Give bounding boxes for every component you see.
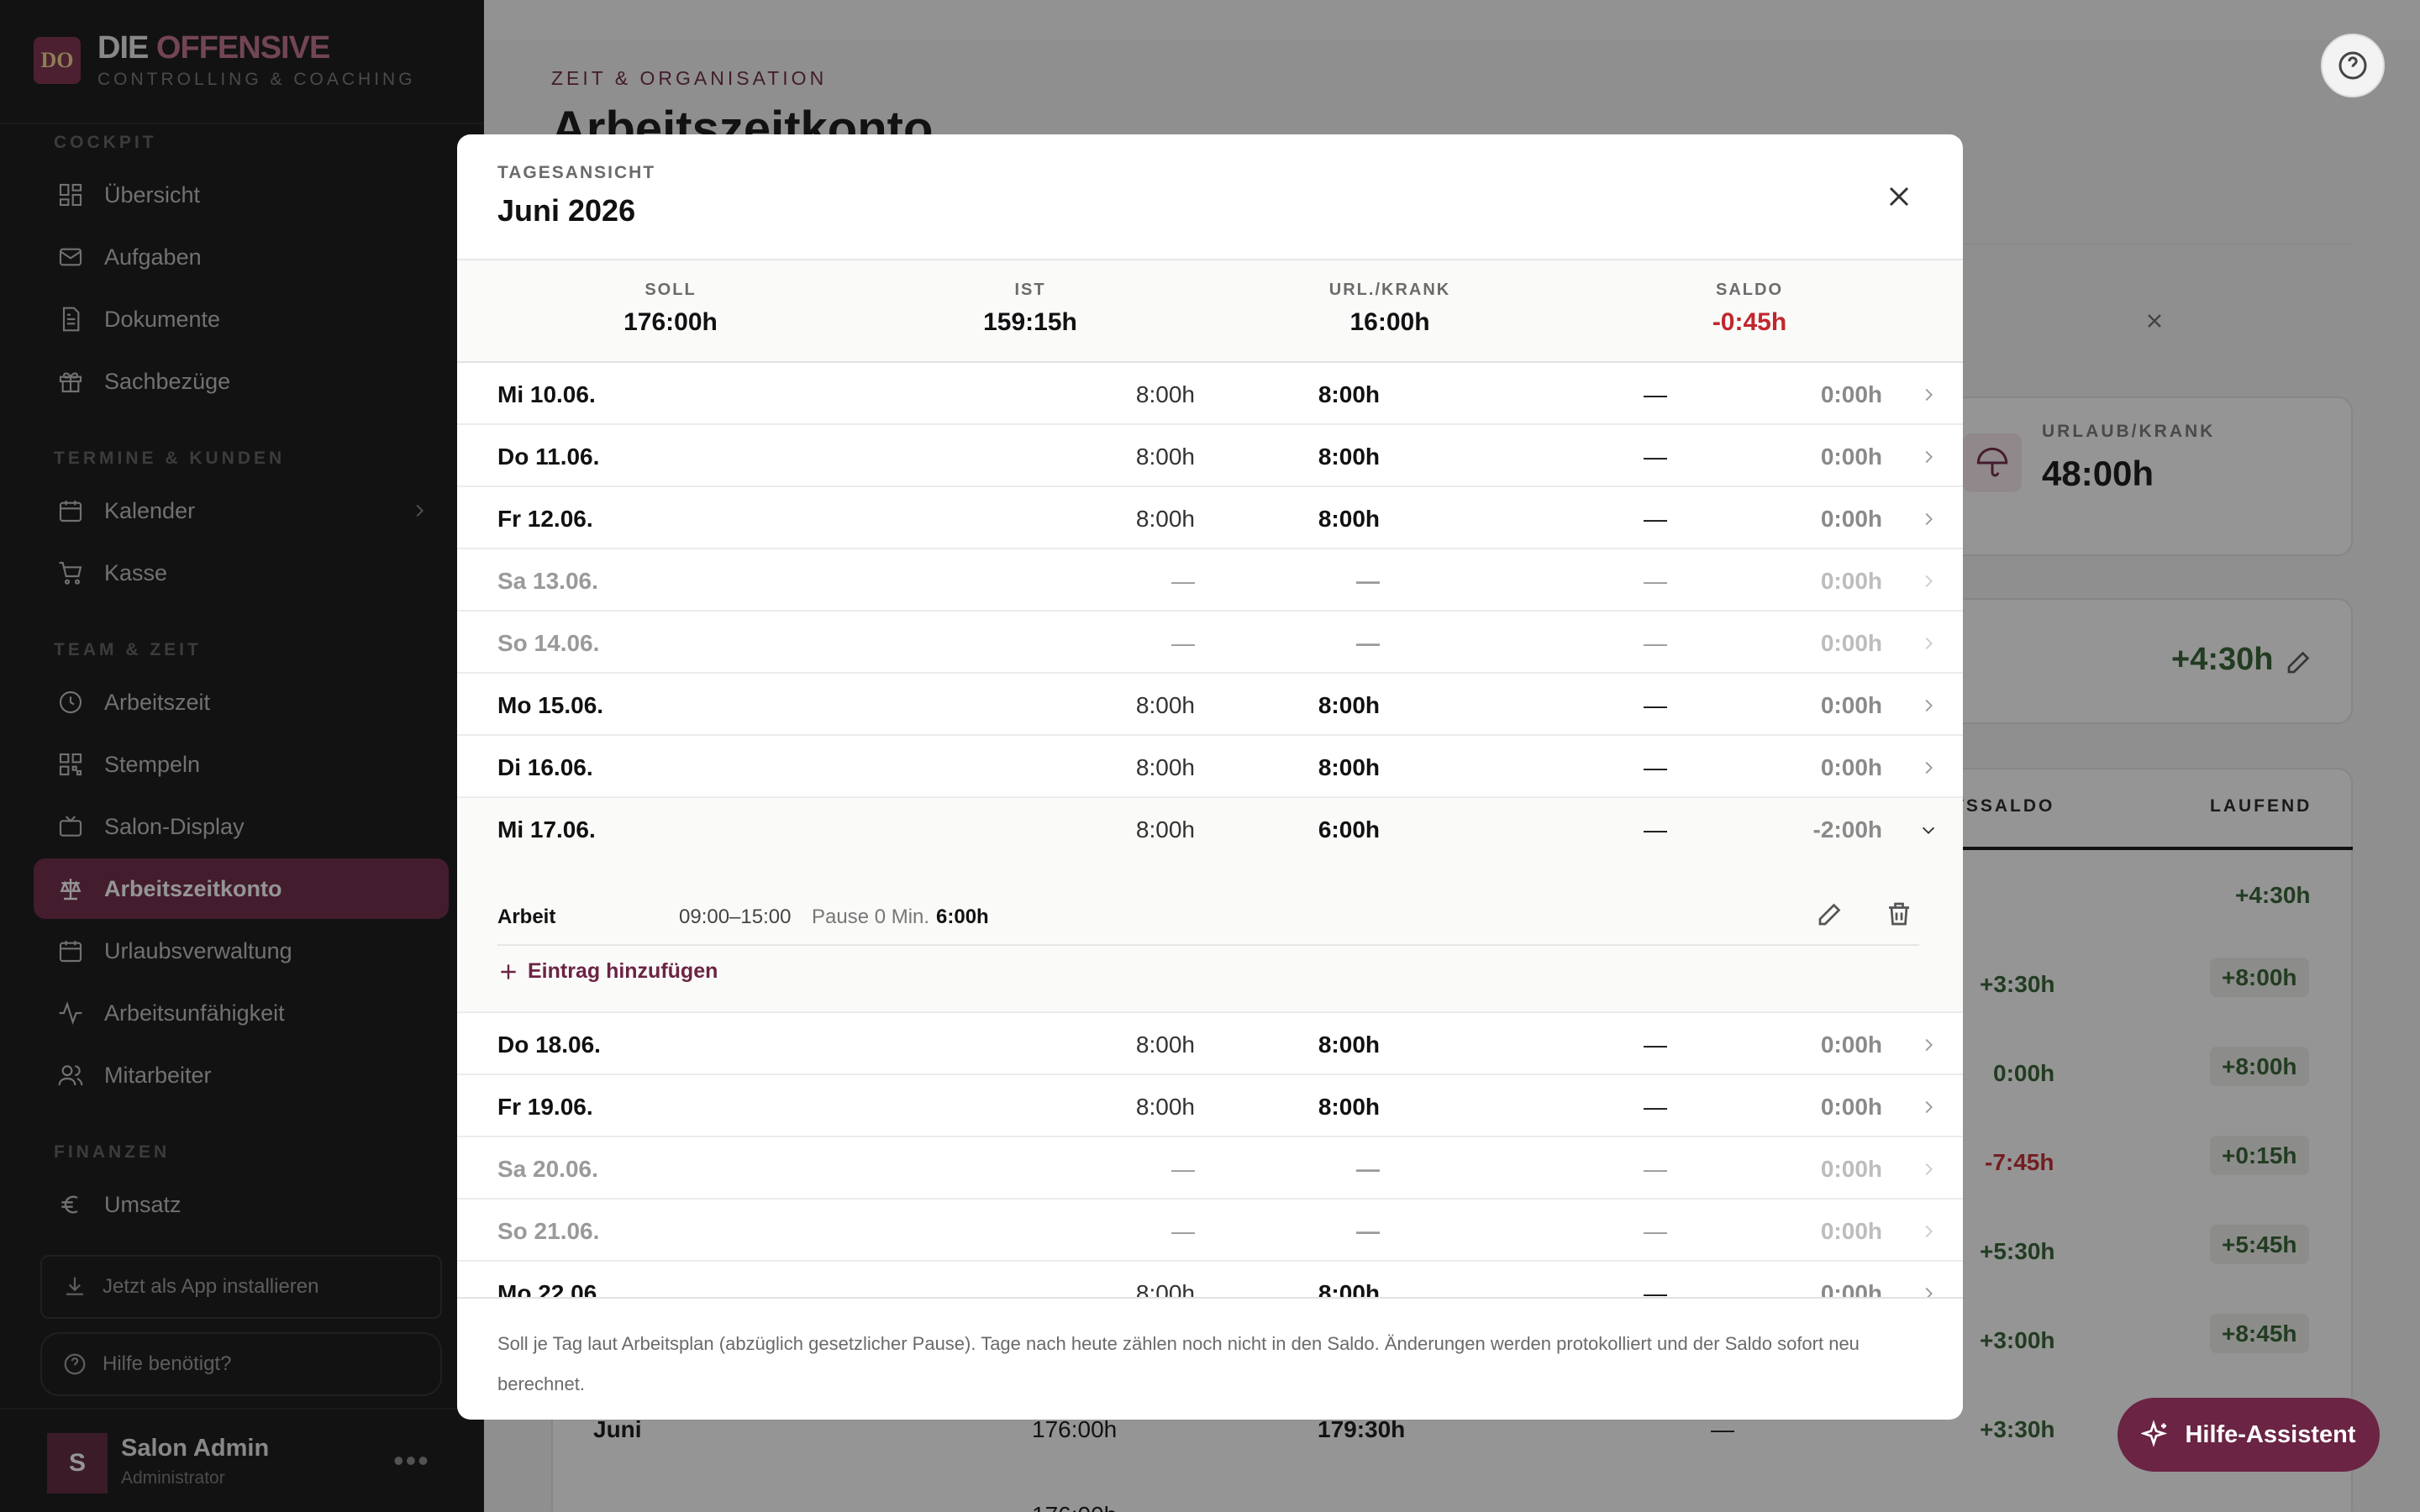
chevron-down-icon: [1922, 827, 1935, 834]
help-button[interactable]: [2321, 34, 2385, 97]
chevron-right-icon: [1925, 761, 1933, 774]
modal-title: Juni 2026: [497, 193, 636, 228]
summary-label: IST: [1014, 281, 1046, 299]
day-row[interactable]: Fr 12.06. 8:00h 8:00h —0:00h: [457, 487, 1963, 549]
day-view-modal: TAGESANSICHT Juni 2026 SOLL 176:00h IST 15…: [457, 134, 1963, 1420]
entry-pause: Pause 0 Min.: [812, 906, 930, 928]
day-row[interactable]: So 21.06. — — —0:00h: [457, 1200, 1963, 1262]
chevron-right-icon: [1925, 1038, 1933, 1052]
modal-eyebrow: TAGESANSICHT: [497, 163, 656, 182]
day-row[interactable]: Mi 10.06. 8:00h 8:00h —0:00h: [457, 363, 1963, 425]
day-row[interactable]: So 14.06. — — —0:00h: [457, 612, 1963, 674]
summary-value: 176:00h: [623, 308, 718, 336]
question-icon: [2338, 51, 2367, 80]
plus-icon: [501, 963, 516, 979]
sparkles-icon: [2141, 1420, 2168, 1447]
help-assistant-button[interactable]: Hilfe-Assistent: [2118, 1398, 2380, 1472]
day-row[interactable]: Fr 19.06. 8:00h 8:00h —0:00h: [457, 1075, 1963, 1137]
summary-value: 16:00h: [1349, 308, 1430, 336]
day-detail: Arbeit 09:00–15:00 Pause 0 Min. 6:00h Ei…: [457, 860, 1963, 1013]
day-row[interactable]: Mo 15.06. 8:00h 8:00h —0:00h: [457, 674, 1963, 736]
day-row[interactable]: Mo 22.06. 8:00h 8:00h —0:00h: [457, 1262, 1963, 1297]
day-row[interactable]: Do 18.06. 8:00h 8:00h —0:00h: [457, 1013, 1963, 1075]
close-icon[interactable]: [1882, 180, 1916, 213]
chevron-right-icon: [1925, 1100, 1933, 1114]
chevron-right-icon: [1925, 512, 1933, 526]
summary-value: -0:45h: [1712, 308, 1787, 336]
add-entry-button[interactable]: Eintrag hinzufügen: [497, 959, 718, 984]
day-row[interactable]: Di 16.06. 8:00h 8:00h —0:00h: [457, 736, 1963, 798]
summary-value: 159:15h: [983, 308, 1077, 336]
month-summary: SOLL 176:00h IST 159:15h URL./KRANK 16:00h …: [457, 260, 1963, 363]
summary-label: SALDO: [1716, 281, 1783, 299]
chevron-right-icon: [1925, 1287, 1933, 1297]
entry-type: Arbeit: [497, 906, 556, 928]
day-list[interactable]: Mi 10.06. 8:00h 8:00h —0:00h Do 11.06. 8:00h…: [457, 363, 1963, 1297]
entry-time: 09:00–15:00: [679, 906, 792, 928]
day-row-expanded[interactable]: Mi 17.06. 8:00h 6:00h — -2:00h: [457, 798, 1963, 860]
edit-icon[interactable]: [1815, 899, 1845, 929]
chevron-right-icon: [1925, 1225, 1933, 1238]
summary-label: SOLL: [644, 281, 697, 299]
time-entry: Arbeit 09:00–15:00 Pause 0 Min. 6:00h: [497, 885, 1919, 946]
chevron-right-icon: [1925, 575, 1933, 588]
day-row[interactable]: Sa 20.06. — — —0:00h: [457, 1137, 1963, 1200]
chevron-right-icon: [1925, 699, 1933, 712]
summary-label: URL./KRANK: [1328, 281, 1451, 299]
chevron-right-icon: [1925, 637, 1933, 650]
trash-icon[interactable]: [1884, 899, 1914, 929]
day-row[interactable]: Sa 13.06. — — —0:00h: [457, 549, 1963, 612]
chevron-right-icon: [1925, 1163, 1933, 1176]
entry-duration: 6:00h: [936, 906, 989, 928]
chevron-right-icon: [1925, 450, 1933, 464]
day-row[interactable]: Do 11.06. 8:00h 8:00h —0:00h: [457, 425, 1963, 487]
chevron-right-icon: [1925, 388, 1933, 402]
modal-footer-note: Soll je Tag laut Arbeitsplan (abzüglich …: [457, 1297, 1963, 1420]
